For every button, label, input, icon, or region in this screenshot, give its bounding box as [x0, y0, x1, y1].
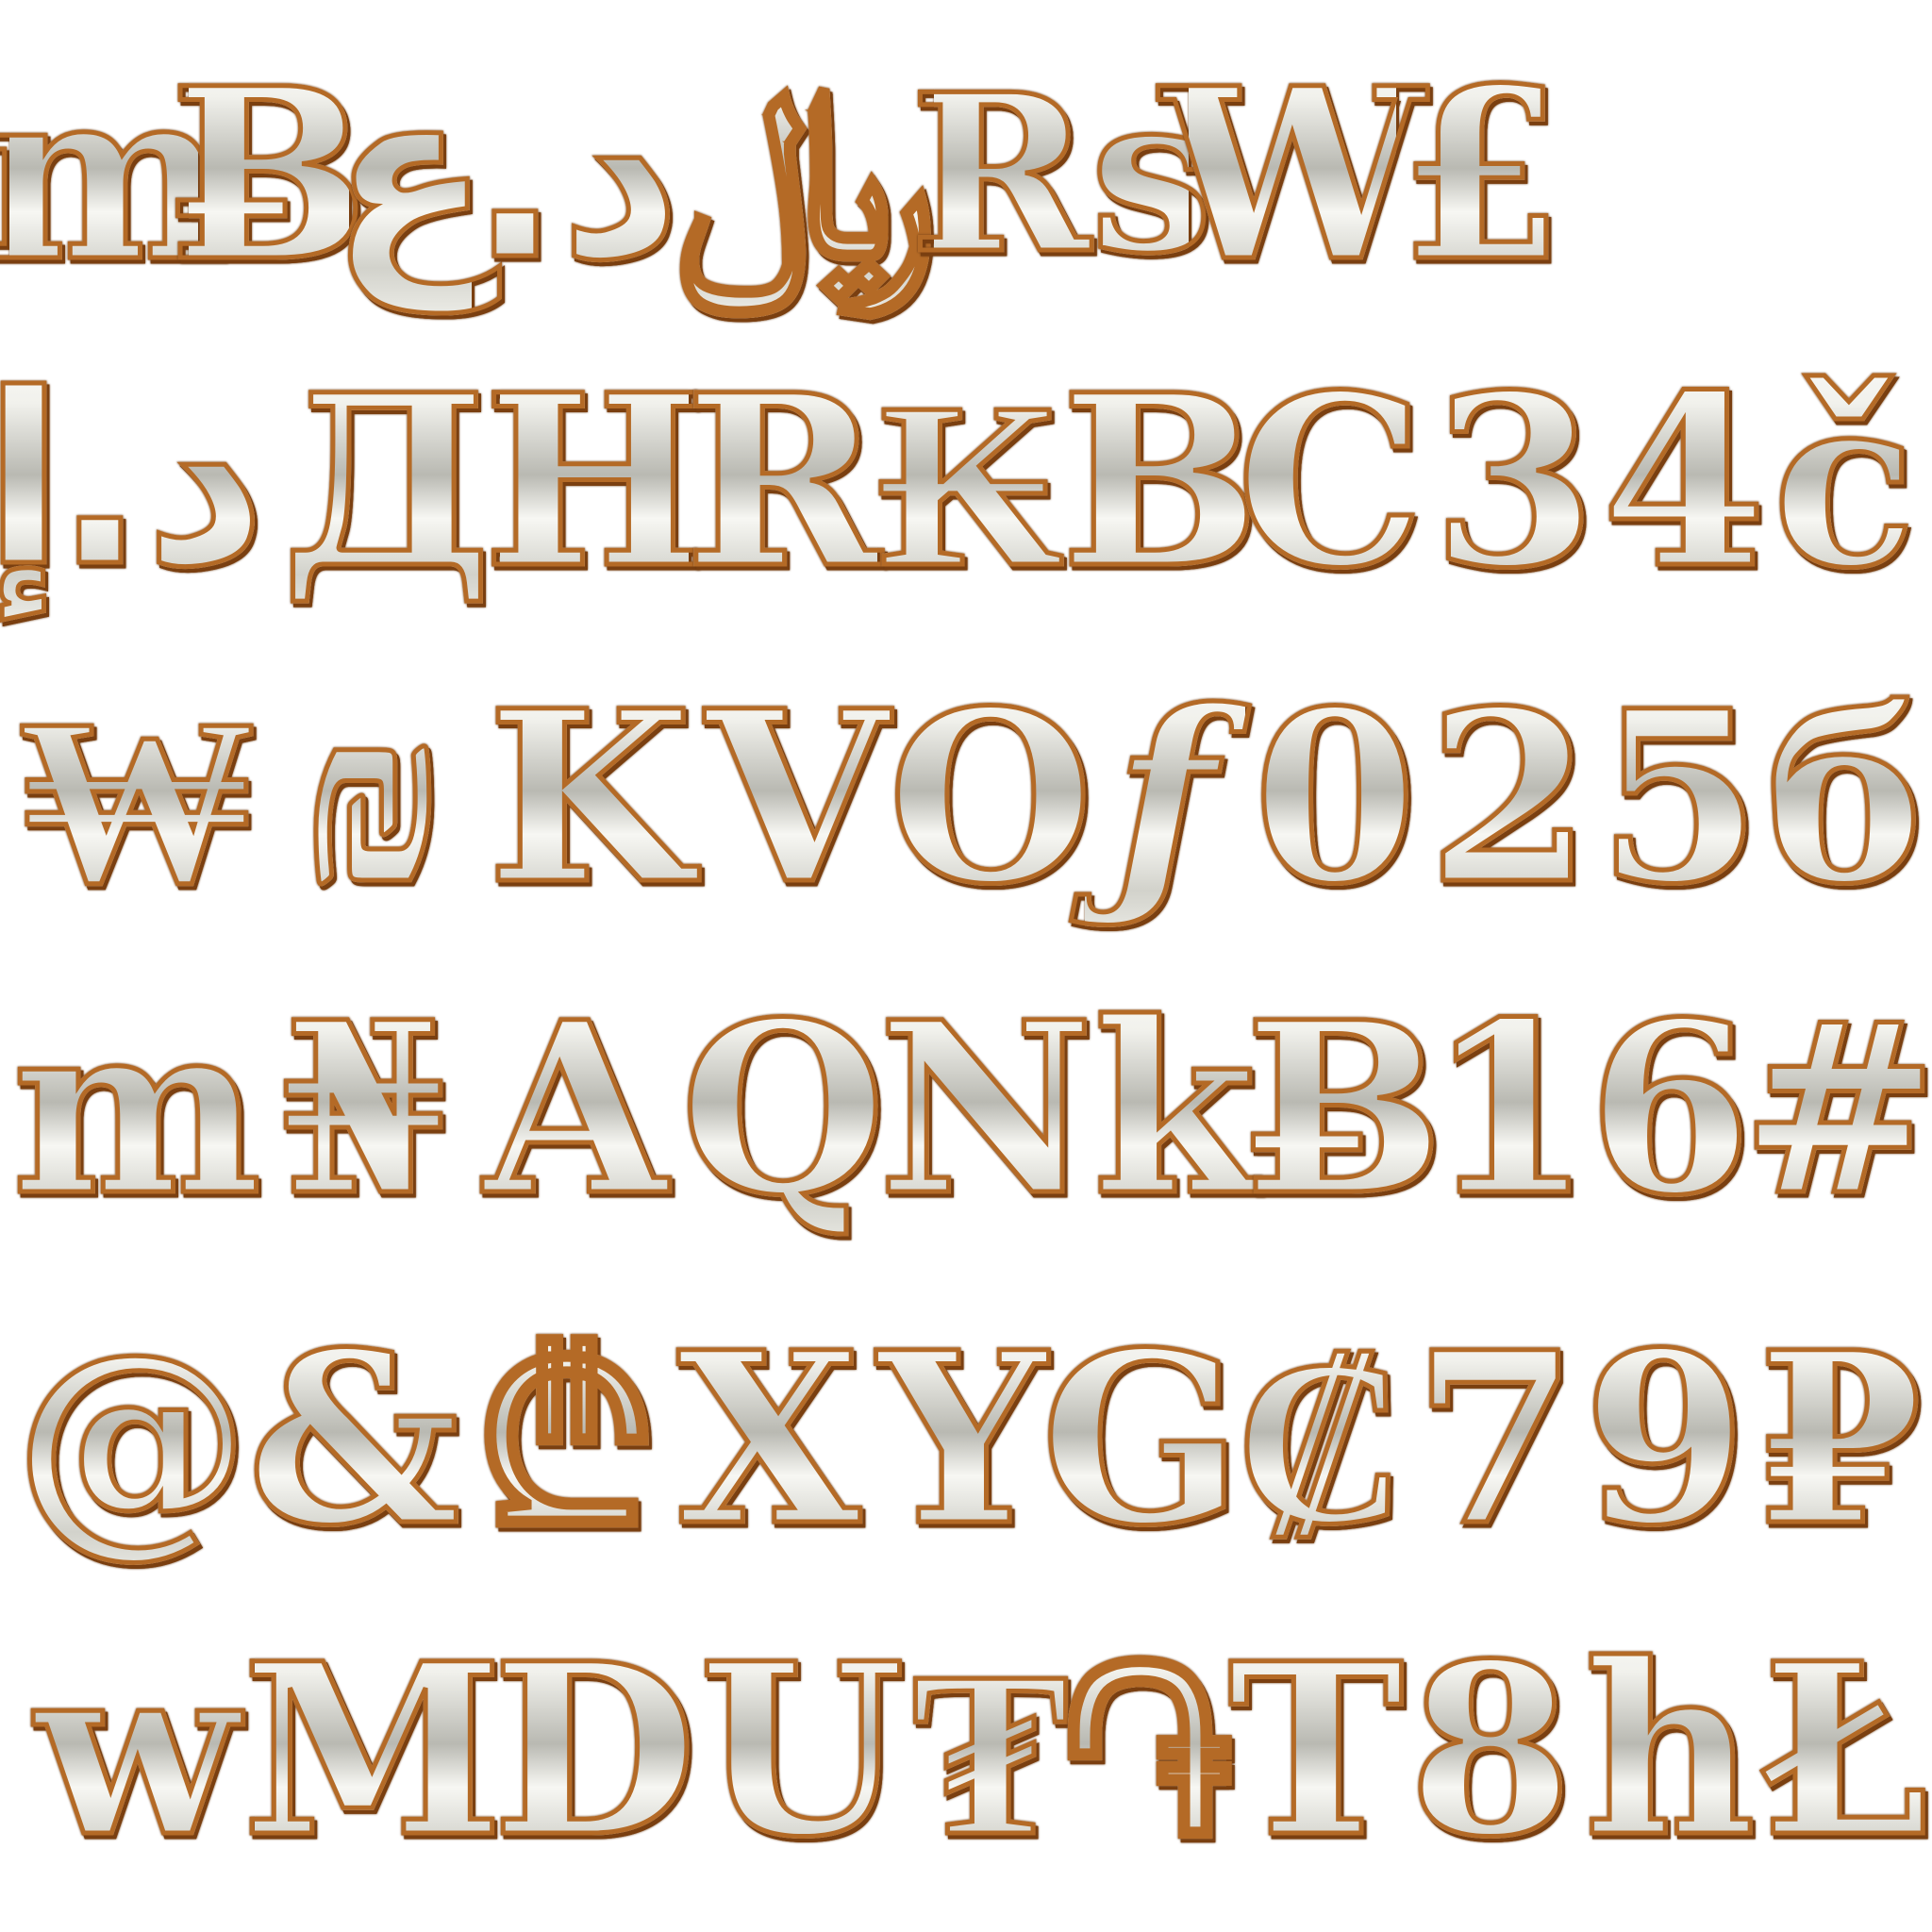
- glyph: 2: [1424, 641, 1594, 953]
- glyph: X: [670, 1283, 868, 1594]
- glyph: Ƀ: [167, 19, 371, 330]
- glyph: k: [1085, 953, 1264, 1264]
- glyph: ₦: [255, 953, 472, 1264]
- glyph: @: [9, 1283, 255, 1594]
- glyph: £: [1396, 19, 1566, 330]
- glyph: h: [1575, 1594, 1764, 1906]
- glyph: B: [1058, 325, 1262, 637]
- glyph: 3: [1424, 325, 1604, 637]
- glyph: 0: [1245, 641, 1424, 953]
- glyph: 9: [1575, 1283, 1755, 1594]
- glyph-row-6: w M D U ₮ ֏ T 8 h Ł: [0, 1594, 1932, 1906]
- glyph: ₾: [462, 1283, 670, 1594]
- glyph: O: [886, 641, 1096, 953]
- glyph: 1: [1425, 953, 1594, 1264]
- glyph: Д: [274, 325, 500, 637]
- glyph: C: [1234, 325, 1426, 637]
- glyph: ع: [327, 19, 493, 330]
- glyph: 5: [1594, 641, 1764, 953]
- glyph: K: [481, 641, 698, 953]
- glyph: m: [9, 953, 264, 1264]
- glyph: إ: [0, 325, 66, 637]
- glyph: 8: [1406, 1594, 1575, 1906]
- glyph: 7: [1411, 1283, 1580, 1594]
- glyph: ₪: [264, 641, 481, 953]
- glyph: 4: [1594, 325, 1774, 637]
- glyph: G: [1039, 1283, 1245, 1594]
- glyph: U: [696, 1594, 907, 1906]
- glyph: &: [245, 1283, 463, 1594]
- glyph: V: [698, 641, 896, 953]
- glyph: w: [9, 1594, 264, 1906]
- glyph: ֏: [1058, 1594, 1236, 1906]
- glyph: Q: [678, 953, 889, 1264]
- glyph: č: [1764, 325, 1924, 637]
- glyph-row-5: @ & ₾ X Y G ₡ 7 9 ₽: [0, 1283, 1932, 1594]
- glyph: #: [1739, 953, 1932, 1264]
- glyph: ₽: [1755, 1283, 1924, 1594]
- glyph: б: [1763, 641, 1925, 953]
- glyph: ƒ: [1085, 641, 1245, 953]
- glyph: R: [683, 325, 884, 637]
- glyph: ₡: [1226, 1283, 1415, 1594]
- glyph: Ƀ: [1242, 953, 1446, 1264]
- glyph: M: [240, 1594, 506, 1906]
- glyph: ₭: [877, 325, 1066, 637]
- glyph: ₩: [9, 641, 264, 953]
- glyph: Ł: [1758, 1594, 1931, 1906]
- glyph-sheet: m Ƀ ع .د ﷼ Rs W £ إ .د Д H R ₭ B C 3 4 č…: [0, 0, 1932, 1932]
- glyph: N: [875, 953, 1096, 1264]
- glyph: ﷼: [674, 19, 940, 330]
- glyph: ₮: [906, 1594, 1075, 1906]
- glyph: D: [490, 1594, 699, 1906]
- glyph: T: [1225, 1594, 1406, 1906]
- glyph: Y: [868, 1283, 1057, 1594]
- glyph: W: [1158, 19, 1427, 330]
- glyph-row-4: m ₦ A Q N k Ƀ 1 6 #: [0, 953, 1932, 1264]
- glyph-row-3: ₩ ₪ K V O ƒ 0 2 5 б: [0, 641, 1932, 953]
- glyph: .د: [468, 19, 683, 330]
- glyph-row-1: m Ƀ ع .د ﷼ Rs W £: [0, 19, 1932, 330]
- glyph: 6: [1585, 953, 1755, 1264]
- glyph-row-2: إ .د Д H R ₭ B C 3 4 č: [0, 325, 1932, 637]
- glyph: Rs: [908, 19, 1215, 330]
- glyph: A: [472, 953, 679, 1264]
- glyph: H: [480, 325, 708, 637]
- glyph: .د: [47, 325, 274, 637]
